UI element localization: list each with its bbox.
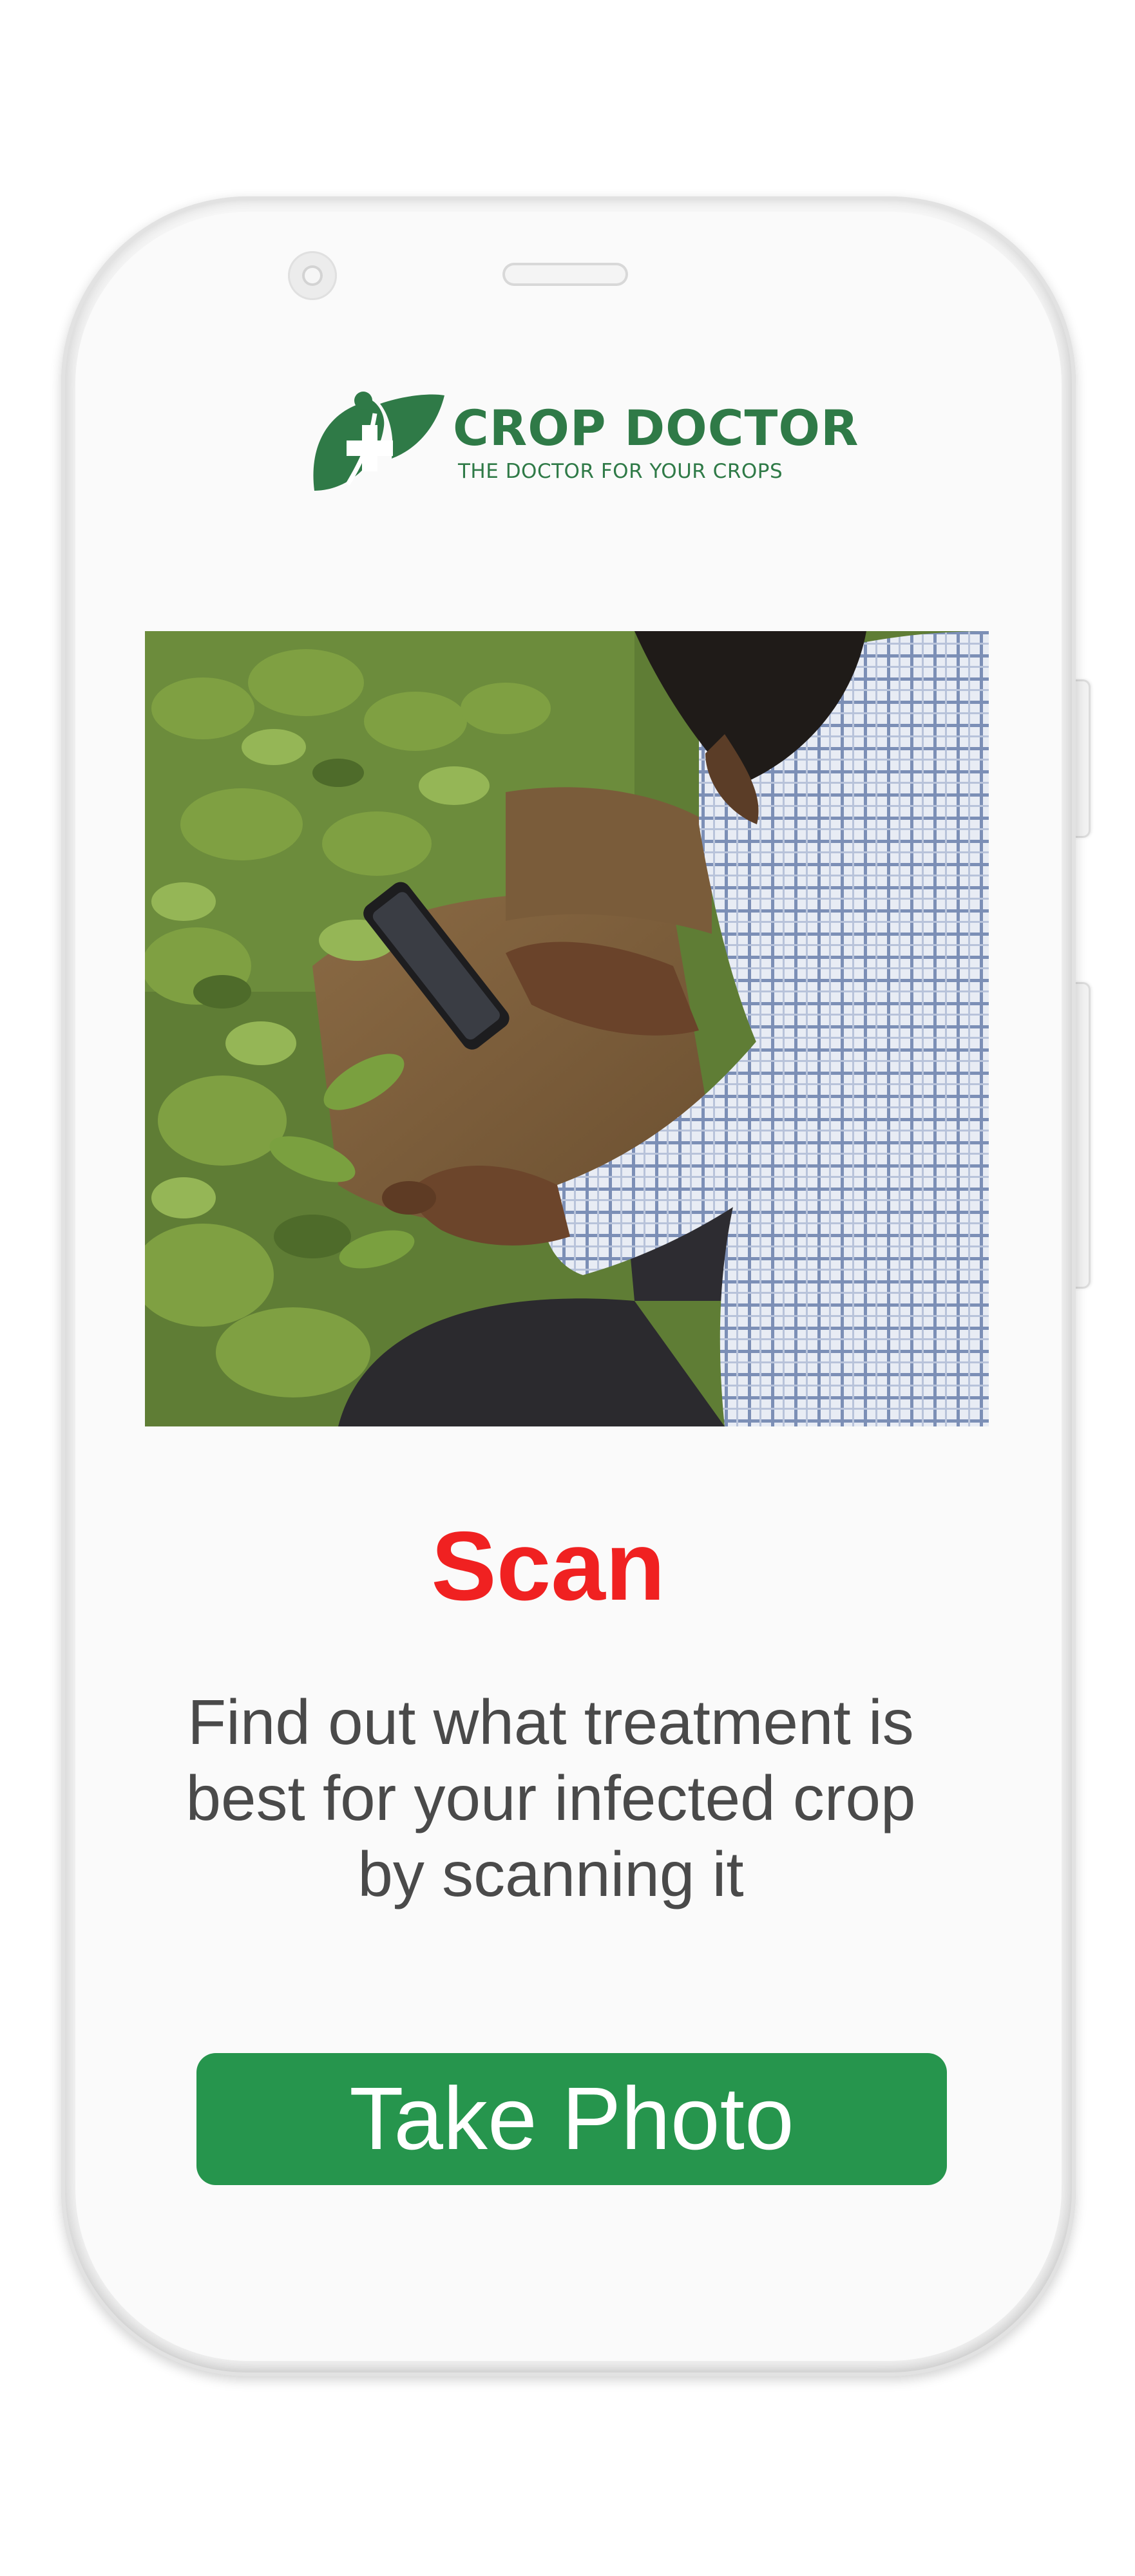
- brand-tagline: THE DOCTOR FOR YOUR CROPS: [458, 460, 783, 483]
- front-camera-icon: [288, 251, 337, 300]
- scan-headline: Scan: [431, 1511, 665, 1621]
- scan-description: Find out what treatment is best for your…: [186, 1687, 916, 1909]
- earpiece-speaker: [502, 263, 628, 286]
- app-logo: CROP DOCTOR THE DOCTOR FOR YOUR CROPS: [308, 388, 859, 497]
- power-button: [1074, 982, 1091, 1289]
- leaf-cross-logo-icon: [313, 392, 444, 491]
- take-photo-button[interactable]: Take Photo: [196, 2053, 947, 2185]
- volume-button: [1074, 679, 1091, 838]
- brand-title: CROP DOCTOR: [453, 399, 859, 457]
- hero-image: [145, 631, 989, 1426]
